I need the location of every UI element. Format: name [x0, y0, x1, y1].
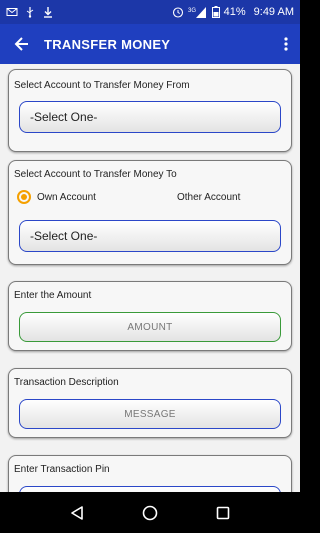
- triangle-back-icon: [70, 505, 83, 520]
- usb-icon: [24, 6, 36, 18]
- account-type-radio-group: Own Account Other Account: [17, 188, 285, 206]
- alarm-icon: [172, 6, 184, 18]
- battery-icon: [211, 6, 220, 18]
- overflow-menu-button[interactable]: [272, 24, 300, 64]
- from-account-card: Select Account to Transfer Money From -S…: [8, 69, 292, 152]
- clock-time: 9:49 AM: [253, 6, 294, 18]
- from-account-select-value: -Select One-: [30, 110, 98, 124]
- description-card: Transaction Description MESSAGE: [8, 368, 292, 438]
- nav-back-button[interactable]: [65, 501, 89, 525]
- square-recents-icon: [217, 506, 230, 519]
- to-account-select-value: -Select One-: [30, 229, 98, 243]
- status-bar: 3G 41% 9:49 AM: [0, 0, 300, 24]
- amount-label: Enter the Amount: [14, 290, 92, 301]
- own-account-label[interactable]: Own Account: [37, 192, 96, 203]
- signal-icon: 3G: [188, 6, 208, 18]
- email-icon: [6, 6, 18, 18]
- from-account-select[interactable]: -Select One-: [19, 101, 281, 133]
- system-nav-bar: [0, 492, 300, 533]
- pin-label: Enter Transaction Pin: [14, 464, 110, 475]
- amount-input[interactable]: AMOUNT: [19, 312, 281, 342]
- own-account-radio[interactable]: [17, 190, 31, 204]
- to-account-card: Select Account to Transfer Money To Own …: [8, 160, 292, 265]
- description-label: Transaction Description: [14, 377, 119, 388]
- other-account-option[interactable]: Other Account: [177, 192, 240, 203]
- to-account-label: Select Account to Transfer Money To: [14, 169, 177, 180]
- more-vertical-icon: [284, 37, 288, 51]
- transfer-form: Select Account to Transfer Money From -S…: [0, 64, 300, 492]
- page-title: TRANSFER MONEY: [44, 36, 171, 52]
- battery-percent: 41%: [223, 6, 246, 18]
- circle-home-icon: [142, 505, 158, 520]
- description-placeholder: MESSAGE: [124, 408, 176, 420]
- to-account-select[interactable]: -Select One-: [19, 220, 281, 252]
- arrow-left-icon: [14, 37, 28, 51]
- back-button[interactable]: [0, 24, 44, 64]
- from-account-label: Select Account to Transfer Money From: [14, 80, 190, 91]
- pin-card: Enter Transaction Pin: [8, 455, 292, 492]
- amount-card: Enter the Amount AMOUNT: [8, 281, 292, 351]
- nav-recents-button[interactable]: [211, 501, 235, 525]
- description-input[interactable]: MESSAGE: [19, 399, 281, 429]
- app-bar: TRANSFER MONEY: [0, 24, 300, 64]
- download-icon: [42, 6, 54, 18]
- amount-placeholder: AMOUNT: [127, 321, 173, 333]
- svg-text:3G: 3G: [188, 8, 196, 14]
- nav-home-button[interactable]: [138, 501, 162, 525]
